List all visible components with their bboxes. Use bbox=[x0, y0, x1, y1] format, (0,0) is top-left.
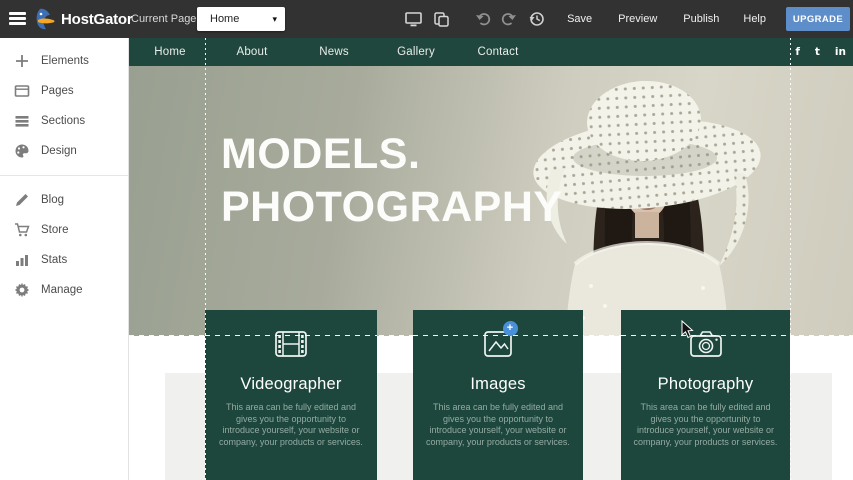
sidebar-item-sections[interactable]: Sections bbox=[0, 106, 128, 136]
palette-icon bbox=[14, 143, 30, 159]
brand-name: HostGator bbox=[61, 11, 133, 28]
card-title[interactable]: Photography bbox=[621, 375, 790, 394]
nav-link-news[interactable]: News bbox=[293, 46, 375, 58]
hero-section[interactable]: MODELS. PHOTOGRAPHY bbox=[129, 66, 853, 336]
linkedin-icon[interactable]: in bbox=[835, 46, 846, 58]
save-button[interactable]: Save bbox=[567, 13, 592, 25]
sidebar-divider bbox=[0, 175, 128, 176]
builder-app: HostGator Current Page: Home ▾ Save bbox=[0, 0, 853, 480]
sections-icon bbox=[14, 113, 30, 129]
facebook-icon[interactable]: f bbox=[795, 46, 800, 58]
redo-icon[interactable] bbox=[501, 12, 517, 26]
sidebar-item-manage[interactable]: Manage bbox=[0, 275, 128, 305]
hamburger-menu-icon[interactable] bbox=[9, 12, 26, 26]
upgrade-button[interactable]: UPGRADE bbox=[786, 7, 850, 31]
site-nav: Home About News Gallery Contact f t in bbox=[129, 38, 853, 66]
plus-icon bbox=[14, 53, 30, 69]
film-icon bbox=[272, 325, 310, 363]
current-page-label: Current Page: bbox=[131, 13, 199, 25]
nav-link-gallery[interactable]: Gallery bbox=[375, 46, 457, 58]
sidebar-item-design[interactable]: Design bbox=[0, 136, 128, 166]
page-dropdown[interactable]: Home ▾ bbox=[197, 7, 285, 31]
history-icon[interactable] bbox=[529, 11, 545, 27]
gator-icon bbox=[34, 7, 56, 31]
sidebar-item-elements[interactable]: Elements bbox=[0, 46, 128, 76]
topbar: HostGator Current Page: Home ▾ Save bbox=[0, 0, 853, 38]
topbar-actions: Save Preview Publish Help UPGRADE bbox=[405, 0, 853, 38]
camera-icon bbox=[686, 325, 726, 363]
hero-title-line1: MODELS. bbox=[221, 128, 563, 181]
nav-link-home[interactable]: Home bbox=[129, 46, 211, 58]
feature-card-images[interactable]: + Images This area can be fully edited a… bbox=[413, 310, 583, 480]
twitter-icon[interactable]: t bbox=[815, 46, 820, 58]
sidebar-item-store[interactable]: Store bbox=[0, 215, 128, 245]
undo-icon[interactable] bbox=[475, 12, 491, 26]
hero-title-line2: PHOTOGRAPHY bbox=[221, 181, 563, 234]
gear-icon bbox=[14, 282, 30, 298]
sidebar-item-stats[interactable]: Stats bbox=[0, 245, 128, 275]
hero-title[interactable]: MODELS. PHOTOGRAPHY bbox=[221, 128, 563, 234]
nav-link-contact[interactable]: Contact bbox=[457, 46, 539, 58]
card-body[interactable]: This area can be fully edited and gives … bbox=[621, 402, 790, 448]
nav-link-about[interactable]: About bbox=[211, 46, 293, 58]
sidebar: Elements Pages Sections Design Blog Stor… bbox=[0, 38, 129, 480]
sidebar-item-pages[interactable]: Pages bbox=[0, 76, 128, 106]
pencil-icon bbox=[14, 192, 30, 208]
hostgator-logo[interactable]: HostGator bbox=[34, 7, 133, 31]
mobile-view-icon[interactable] bbox=[434, 12, 449, 27]
page-dropdown-value: Home bbox=[197, 13, 272, 25]
feature-card-videographer[interactable]: Videographer This area can be fully edit… bbox=[205, 310, 377, 480]
cart-icon bbox=[14, 222, 30, 238]
card-title[interactable]: Images bbox=[413, 375, 583, 394]
page-icon bbox=[14, 83, 30, 99]
add-image-plus-icon[interactable]: + bbox=[503, 321, 518, 336]
bar-chart-icon bbox=[14, 252, 30, 268]
card-body[interactable]: This area can be fully edited and gives … bbox=[205, 402, 377, 448]
site-canvas: Home About News Gallery Contact f t in bbox=[129, 38, 853, 480]
help-button[interactable]: Help bbox=[743, 13, 766, 25]
sidebar-item-blog[interactable]: Blog bbox=[0, 185, 128, 215]
feature-card-photography[interactable]: Photography This area can be fully edite… bbox=[621, 310, 790, 480]
desktop-view-icon[interactable] bbox=[405, 12, 422, 27]
publish-button[interactable]: Publish bbox=[683, 13, 719, 25]
social-links: f t in bbox=[795, 38, 846, 66]
chevron-down-icon: ▾ bbox=[272, 14, 285, 25]
preview-button[interactable]: Preview bbox=[618, 13, 657, 25]
card-body[interactable]: This area can be fully edited and gives … bbox=[413, 402, 583, 448]
card-title[interactable]: Videographer bbox=[205, 375, 377, 394]
